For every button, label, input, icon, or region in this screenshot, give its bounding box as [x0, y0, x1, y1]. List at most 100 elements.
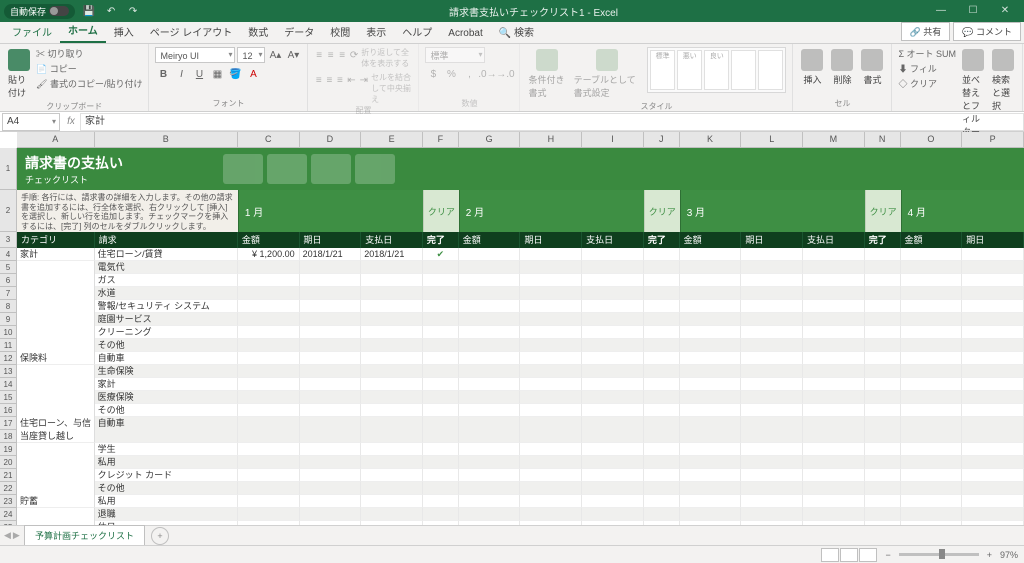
fx-button[interactable]: fx	[62, 116, 80, 127]
sheet-nav-prev[interactable]: ◀	[4, 530, 11, 541]
delete-cells-button[interactable]: 削除	[829, 47, 855, 88]
tab-acrobat[interactable]: Acrobat	[440, 24, 490, 43]
tab-home[interactable]: ホーム	[60, 18, 106, 43]
share-button[interactable]: 🔗 共有	[901, 22, 951, 41]
undo-icon[interactable]: ↶	[103, 3, 119, 19]
font-color-button[interactable]: A	[245, 66, 261, 82]
clear-3[interactable]: クリア	[865, 190, 901, 232]
tab-file[interactable]: ファイル	[4, 20, 60, 43]
format-painter-button[interactable]: 🖌 書式のコピー/貼り付け	[36, 77, 142, 90]
worksheet-grid[interactable]: ABCDEFGHIJKLMNOP 12345678910111213141516…	[0, 132, 1024, 544]
currency-icon[interactable]: $	[425, 66, 441, 82]
table-row[interactable]: クレジット カード	[17, 469, 1024, 482]
tab-view[interactable]: 表示	[358, 20, 394, 43]
copy-button[interactable]: 📄 コピー	[36, 62, 142, 75]
maximize-button[interactable]: ☐	[958, 2, 988, 20]
font-size-combo[interactable]: 12	[237, 47, 265, 63]
autosum-button[interactable]: Σ オート SUM	[898, 47, 956, 60]
table-row[interactable]: その他	[17, 404, 1024, 417]
format-cells-button[interactable]: 書式	[859, 47, 885, 88]
align-top-icon[interactable]: ≡	[314, 47, 323, 63]
clear-2[interactable]: クリア	[644, 190, 680, 232]
bold-button[interactable]: B	[155, 66, 171, 82]
border-button[interactable]: ▦	[209, 66, 225, 82]
decrease-font-icon[interactable]: A▾	[285, 47, 301, 63]
minimize-button[interactable]: —	[926, 2, 956, 20]
table-row[interactable]: 家計住宅ローン/賃貸¥ 1,200.002018/1/212018/1/21✔	[17, 248, 1024, 261]
zoom-in-button[interactable]: +	[987, 550, 992, 560]
tab-search[interactable]: 🔍 検索	[491, 20, 542, 43]
increase-font-icon[interactable]: A▴	[267, 47, 283, 63]
tab-help[interactable]: ヘルプ	[394, 20, 440, 43]
align-middle-icon[interactable]: ≡	[326, 47, 335, 63]
view-page-break-icon[interactable]	[859, 548, 877, 562]
save-icon[interactable]: 💾	[81, 3, 97, 19]
clear-1[interactable]: クリア	[423, 190, 459, 232]
paste-button[interactable]: 貼り付け	[6, 47, 32, 101]
percent-icon[interactable]: %	[443, 66, 459, 82]
number-format-combo[interactable]: 標準	[425, 47, 485, 63]
wrap-text-button[interactable]: 折り返して全体を表示する	[361, 47, 412, 69]
align-left-icon[interactable]: ≡	[314, 72, 323, 88]
table-row[interactable]: 水道	[17, 287, 1024, 300]
insert-cells-button[interactable]: 挿入	[799, 47, 825, 88]
table-row[interactable]: 私用	[17, 456, 1024, 469]
table-row[interactable]: 貯蓄私用	[17, 495, 1024, 508]
indent-dec-icon[interactable]: ⇤	[346, 72, 356, 88]
table-row[interactable]: 医療保険	[17, 391, 1024, 404]
cond-format-button[interactable]: 条件付き書式	[526, 47, 567, 101]
zoom-out-button[interactable]: −	[885, 550, 890, 560]
align-right-icon[interactable]: ≡	[336, 72, 345, 88]
find-select-button[interactable]: 検索と選択	[990, 47, 1016, 114]
tab-formulas[interactable]: 数式	[240, 20, 276, 43]
font-name-combo[interactable]: Meiryo UI	[155, 47, 235, 63]
comma-icon[interactable]: ,	[461, 66, 477, 82]
table-row[interactable]: 保険料自動車	[17, 352, 1024, 365]
zoom-slider[interactable]	[899, 553, 979, 556]
table-row[interactable]: ガス	[17, 274, 1024, 287]
cell-styles-gallery[interactable]: 標準悪い良い	[647, 47, 786, 93]
indent-inc-icon[interactable]: ⇥	[359, 72, 369, 88]
tab-insert[interactable]: 挿入	[106, 20, 142, 43]
table-row[interactable]: その他	[17, 482, 1024, 495]
fill-color-button[interactable]: 🪣	[227, 66, 243, 82]
align-bottom-icon[interactable]: ≡	[337, 47, 346, 63]
dec-decimal-icon[interactable]: →.0	[497, 66, 513, 82]
sheet-tab-active[interactable]: 予算計画チェックリスト	[24, 525, 145, 547]
table-row[interactable]: 庭園サービス	[17, 313, 1024, 326]
sheet-nav-next[interactable]: ▶	[13, 530, 20, 541]
table-row[interactable]: 警報/セキュリティ システム	[17, 300, 1024, 313]
tab-review[interactable]: 校閲	[322, 20, 358, 43]
table-row[interactable]: クリーニング	[17, 326, 1024, 339]
cut-button[interactable]: ✂ 切り取り	[36, 47, 142, 60]
table-row[interactable]: 生命保険	[17, 365, 1024, 378]
redo-icon[interactable]: ↷	[125, 3, 141, 19]
tab-data[interactable]: データ	[276, 20, 322, 43]
table-row[interactable]: 住宅ローン、与信当座貸し越し自動車	[17, 417, 1024, 443]
view-normal-icon[interactable]	[821, 548, 839, 562]
inc-decimal-icon[interactable]: .0→	[479, 66, 495, 82]
table-row[interactable]: 家計	[17, 378, 1024, 391]
name-box[interactable]: A4	[2, 113, 60, 131]
table-row[interactable]: 退職	[17, 508, 1024, 521]
close-button[interactable]: ✕	[990, 2, 1020, 20]
fill-button[interactable]: ⬇ フィル	[898, 62, 956, 75]
table-row[interactable]: 学生	[17, 443, 1024, 456]
column-headers[interactable]: ABCDEFGHIJKLMNOP	[17, 132, 1024, 148]
row-headers[interactable]: 1234567891011121314151617181920212223242…	[0, 148, 17, 534]
add-sheet-button[interactable]: +	[151, 527, 169, 545]
table-format-button[interactable]: テーブルとして書式設定	[572, 47, 644, 101]
table-row[interactable]: 電気代	[17, 261, 1024, 274]
align-center-icon[interactable]: ≡	[325, 72, 334, 88]
comments-button[interactable]: 💬 コメント	[953, 22, 1021, 41]
tab-layout[interactable]: ページ レイアウト	[142, 20, 241, 43]
autosave-toggle[interactable]: 自動保存	[4, 4, 75, 19]
italic-button[interactable]: I	[173, 66, 189, 82]
orientation-icon[interactable]: ⟳	[349, 47, 359, 63]
table-row[interactable]: その他	[17, 339, 1024, 352]
view-page-layout-icon[interactable]	[840, 548, 858, 562]
zoom-level[interactable]: 97%	[1000, 550, 1018, 560]
formula-input[interactable]: 家計	[80, 113, 1024, 131]
clear-button[interactable]: ◇ クリア	[898, 77, 956, 90]
merge-button[interactable]: セルを結合して中央揃え	[371, 72, 412, 105]
